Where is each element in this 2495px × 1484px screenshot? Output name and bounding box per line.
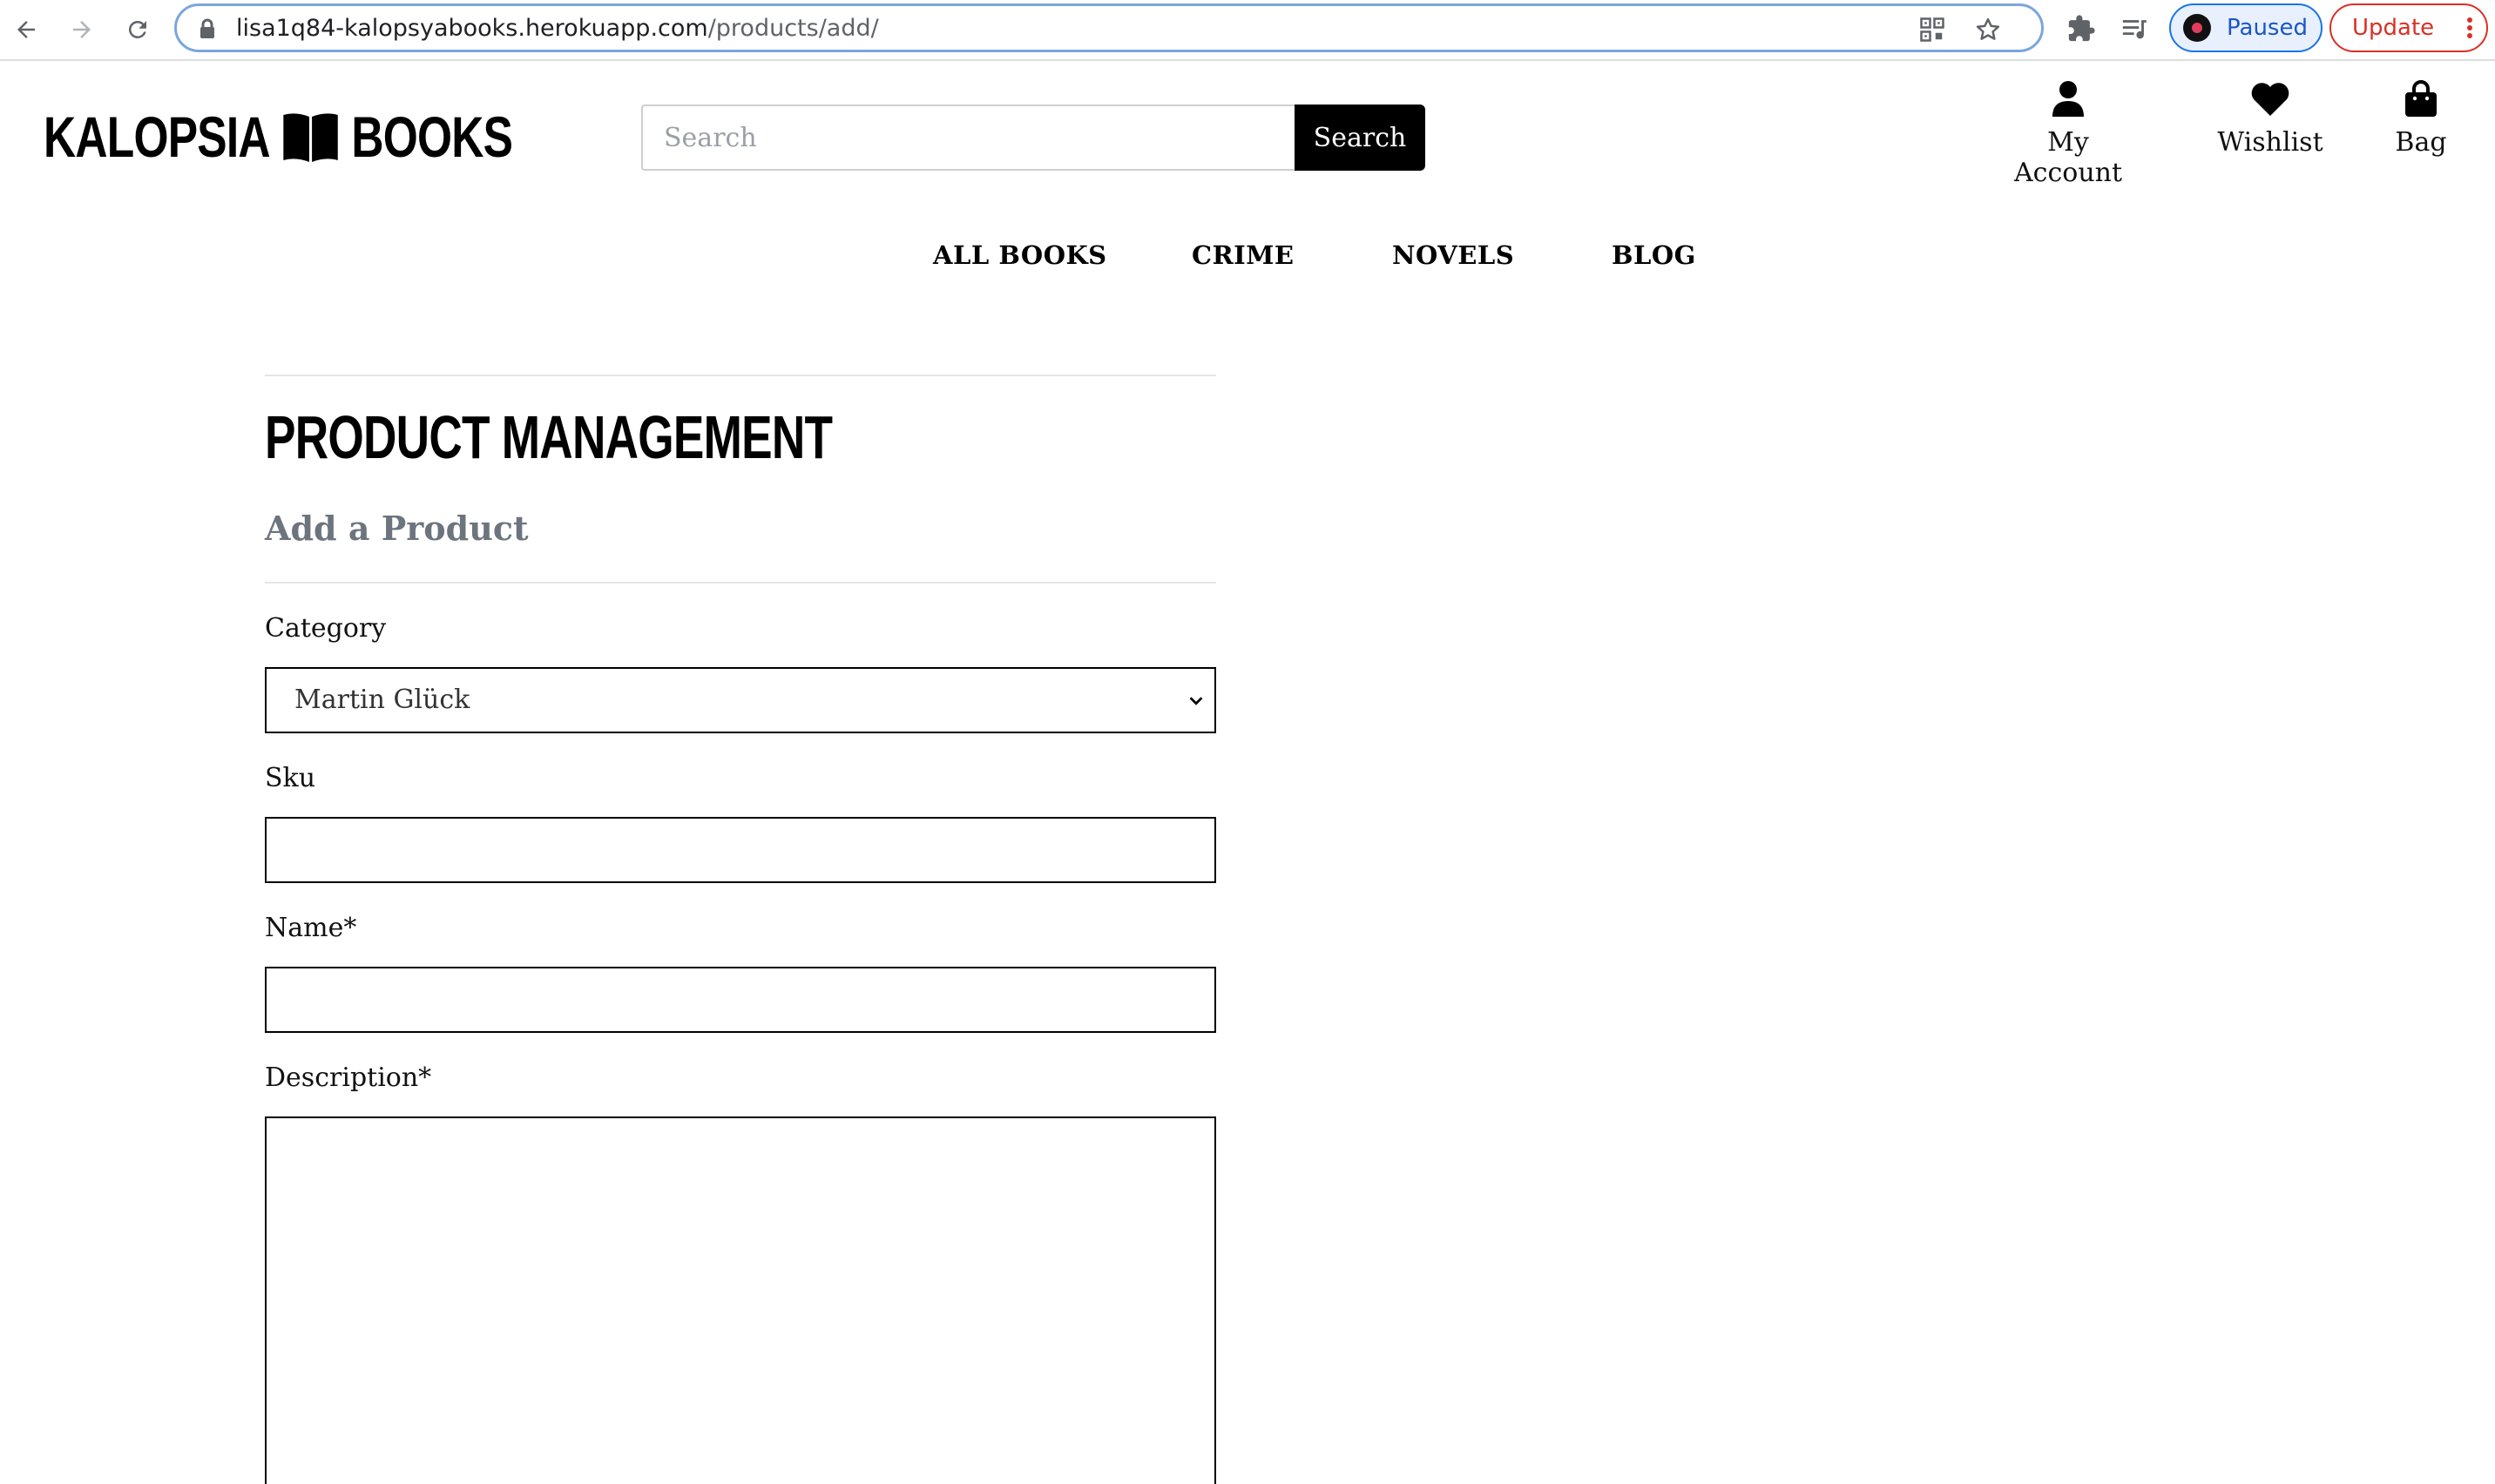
nav-all-books[interactable]: ALL BOOKS [933, 240, 1107, 270]
logo-text-right: BOOKS [351, 105, 513, 169]
forward-arrow-icon[interactable] [63, 10, 101, 49]
paused-label: Paused [2227, 15, 2308, 41]
name-label: Name* [265, 913, 357, 943]
browser-toolbar: lisa1q84-kalopsyabooks.herokuapp.com/pro… [0, 0, 2495, 61]
my-account-link[interactable]: My Account [1990, 80, 2147, 188]
url-path: /products/add/ [707, 15, 879, 42]
sku-input[interactable] [265, 817, 1216, 883]
nav-blog[interactable]: BLOG [1612, 240, 1696, 270]
bag-link[interactable]: Bag [2383, 80, 2458, 158]
search-input[interactable] [641, 105, 1296, 171]
profile-avatar [2183, 14, 2211, 42]
reload-icon[interactable] [118, 10, 157, 49]
chevron-down-icon [1189, 697, 1203, 705]
qr-code-icon[interactable] [1919, 17, 1945, 43]
profile-paused-button[interactable]: Paused [2169, 3, 2323, 52]
wishlist-link[interactable]: Wishlist [2209, 80, 2331, 158]
category-label: Category [265, 613, 387, 644]
kebab-menu-icon [2467, 17, 2472, 40]
url-text: lisa1q84-kalopsyabooks.herokuapp.com/pro… [236, 15, 879, 42]
site-search: Search [641, 105, 1425, 171]
nav-crime[interactable]: CRIME [1192, 240, 1294, 270]
wishlist-label: Wishlist [2217, 127, 2323, 158]
back-arrow-icon[interactable] [7, 10, 45, 49]
shopping-bag-icon [2405, 80, 2437, 117]
heart-icon [2251, 83, 2289, 116]
update-button[interactable]: Update [2329, 3, 2488, 52]
bookmark-star-icon[interactable] [1975, 17, 2001, 43]
description-textarea[interactable] [265, 1116, 1216, 1484]
subtitle-divider [265, 582, 1216, 583]
address-bar[interactable]: lisa1q84-kalopsyabooks.herokuapp.com/pro… [174, 3, 2044, 52]
main-nav: ALL BOOKS CRIME NOVELS BLOG [0, 240, 2495, 275]
top-divider [265, 374, 1216, 376]
media-queue-icon[interactable] [2120, 14, 2150, 44]
category-select[interactable]: Martin Glück [265, 667, 1216, 733]
user-icon [2052, 81, 2084, 117]
page-title: PRODUCT MANAGEMENT [265, 403, 833, 471]
sku-label: Sku [265, 763, 316, 793]
name-input[interactable] [265, 967, 1216, 1033]
category-selected-value: Martin Glück [294, 685, 470, 715]
nav-novels[interactable]: NOVELS [1392, 240, 1514, 270]
update-label: Update [2352, 15, 2435, 41]
page-subtitle: Add a Product [265, 509, 529, 548]
extensions-puzzle-icon[interactable] [2066, 14, 2096, 44]
search-button[interactable]: Search [1295, 105, 1425, 171]
bag-label: Bag [2395, 127, 2447, 158]
site-logo[interactable]: KALOPSIA BOOKS [44, 105, 513, 169]
url-host: lisa1q84-kalopsyabooks.herokuapp.com [236, 15, 708, 42]
logo-text-left: KALOPSIA [44, 105, 271, 169]
description-label: Description* [265, 1062, 432, 1093]
my-account-label: My Account [2013, 127, 2123, 188]
lock-icon [200, 18, 214, 38]
open-book-icon [283, 113, 338, 162]
